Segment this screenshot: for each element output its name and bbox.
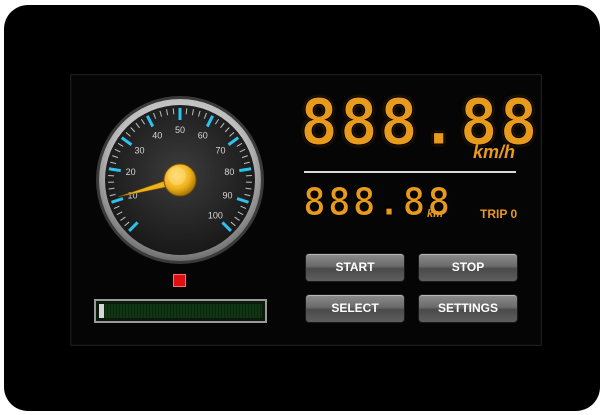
gauge-tick-label: 60: [198, 130, 208, 140]
speedometer-dial: 102030405060708090100: [96, 96, 264, 264]
gauge-tick-label: 30: [135, 146, 145, 156]
settings-button[interactable]: SETTINGS: [418, 294, 518, 323]
gauge-minor-tick: [185, 108, 188, 115]
speedometer-gauge: 10 20 30 40 50 60 70 80 90 100: [95, 95, 265, 265]
gauge-tick-label: 70: [215, 146, 225, 156]
progress-fill: [99, 304, 104, 318]
gauge-tick-label: 50: [175, 125, 185, 135]
gauge-major-tick: [108, 167, 121, 173]
display-divider: [304, 171, 516, 173]
needle-hub-highlight: [168, 167, 186, 185]
progress-bar: [94, 299, 267, 323]
trip-label: TRIP 0: [480, 207, 518, 221]
speed-unit: km/h: [473, 142, 516, 162]
progress-track: [99, 304, 262, 318]
gauge-tick-label: 100: [208, 210, 223, 220]
trip-unit: km: [427, 208, 443, 220]
gauge-tick-label: 80: [224, 167, 234, 177]
gauge-tick-label: 90: [223, 190, 233, 200]
stop-button[interactable]: STOP: [418, 253, 518, 282]
gauge-major-tick: [239, 167, 252, 173]
gauge-tick-label: 20: [126, 167, 136, 177]
select-button[interactable]: SELECT: [305, 294, 405, 323]
gauge-tick-label: 40: [152, 130, 162, 140]
gauge-minor-tick: [172, 108, 175, 115]
start-button[interactable]: START: [305, 253, 405, 282]
status-indicator-light: [173, 274, 186, 287]
